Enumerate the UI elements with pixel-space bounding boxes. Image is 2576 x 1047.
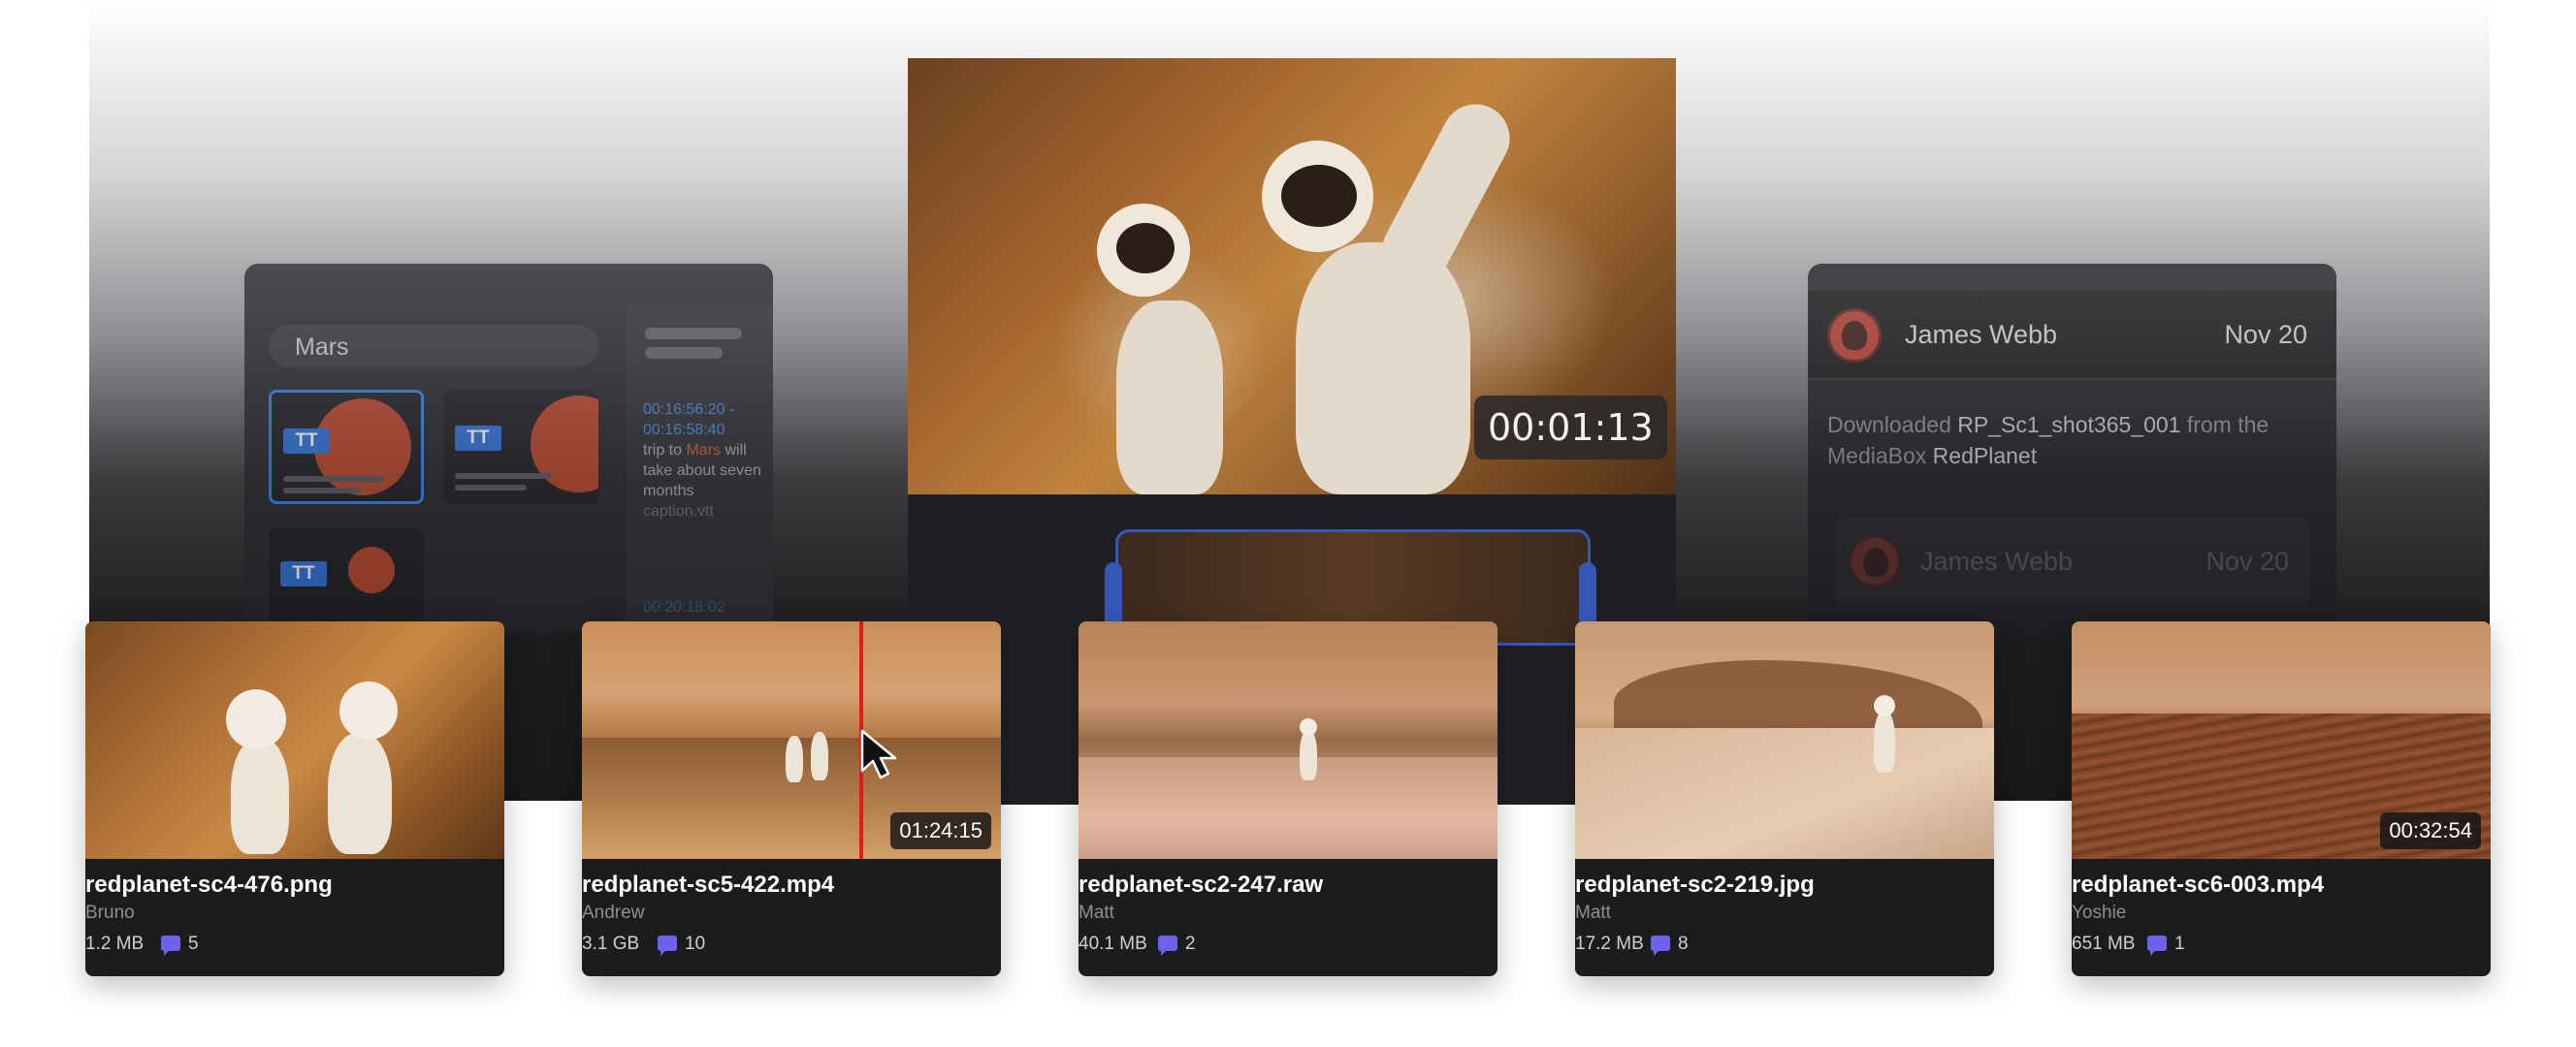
message-file[interactable]: RP_Sc1_shot365_001 [1957,412,2180,437]
caption-highlight: Mars [686,442,722,459]
message-text: Downloaded [1827,412,1958,437]
astronaut-figure [328,733,392,854]
comment-icon [1651,936,1670,956]
search-panel: Mars TT TT TT 00:16:56:20 - 00:16:58:40 … [244,264,773,632]
placeholder-line [645,328,742,339]
comment-count: 5 [188,934,199,954]
meta-bar [283,476,384,482]
asset-author: Yoshie [2072,903,2127,923]
astronaut-figure [1296,242,1470,494]
asset-size: 1.2 MB [85,934,145,954]
message-mediabox[interactable]: RedPlanet [1933,443,2037,468]
asset-thumbnail[interactable]: 01:24:15 [582,621,1001,859]
video-duration: 01:24:15 [890,812,991,849]
helmet-visor [1116,223,1175,273]
astronaut-arm [1370,92,1522,296]
caption-snippet[interactable]: 00:20:18:02 [643,597,769,618]
asset-card[interactable]: 00:32:54 redplanet-sc6-003.mp4 Yoshie 65… [2072,621,2491,976]
astronaut-figure [1300,730,1317,780]
astronaut-helmet [339,682,398,740]
astronaut-figure [811,732,828,780]
astronaut-figure [1116,301,1223,494]
search-input[interactable]: Mars [269,325,598,367]
timeline-handle-left[interactable] [1105,562,1122,630]
asset-title[interactable]: redplanet-sc5-422.mp4 [582,872,834,899]
astronaut-helmet [1300,718,1317,736]
asset-thumbnail[interactable] [1079,621,1497,859]
asset-thumbnail[interactable] [1575,621,1994,859]
meta-bar [455,473,552,479]
activity-user: James Webb [1920,547,2074,576]
search-result-thumb[interactable]: TT [269,390,424,504]
activity-item[interactable]: James Webb Nov 20 [1808,291,2336,380]
astronaut-helmet [1874,695,1895,716]
asset-thumbnail[interactable]: 00:32:54 [2072,621,2491,859]
comment-icon [1158,936,1177,956]
asset-size: 17.2 MB [1575,934,1644,954]
activity-date: Nov 20 [2206,547,2289,576]
asset-title[interactable]: redplanet-sc2-219.jpg [1575,872,1815,899]
comment-count: 2 [1185,934,1196,954]
asset-title[interactable]: redplanet-sc6-003.mp4 [2072,872,2324,899]
activity-date: Nov 20 [2224,320,2307,349]
caption-source: caption.vtt [643,503,714,520]
comment-count: 1 [2174,934,2185,954]
asset-size: 3.1 GB [582,934,640,954]
asset-title[interactable]: redplanet-sc2-247.raw [1079,872,1323,899]
mouse-cursor-icon [860,729,897,779]
asset-author: Matt [1575,903,1611,923]
avatar [1849,535,1901,587]
meta-bar [283,488,361,493]
caption-text: trip to [643,442,687,459]
caption-snippet[interactable]: 00:16:56:20 - 00:16:58:40 trip to Mars w… [643,399,769,522]
text-track-badge: TT [280,561,327,587]
asset-thumbnail[interactable] [85,621,504,859]
player-timecode: 00:01:13 [1474,396,1667,460]
caption-timecode: 00:16:56:20 - 00:16:58:40 [643,401,735,438]
caption-timecode: 00:20:18:02 [643,599,725,616]
astronaut-figure [1874,711,1895,773]
astronaut-figure [231,738,289,854]
astronaut-helmet [226,689,286,749]
search-result-thumb[interactable]: TT [269,527,424,632]
comment-icon [2147,936,2167,956]
asset-card[interactable]: redplanet-sc2-219.jpg Matt 17.2 MB 8 [1575,621,1994,976]
planet-image [348,547,395,593]
activity-message: Downloaded RP_Sc1_shot365_001 from the M… [1827,409,2273,471]
comment-icon [161,936,180,956]
asset-author: Matt [1079,903,1114,923]
activity-item[interactable]: James Webb Nov 20 [1835,518,2310,605]
timeline-handle-right[interactable] [1579,562,1596,630]
caption-sidebar: 00:16:56:20 - 00:16:58:40 trip to Mars w… [626,306,773,632]
asset-card[interactable]: 01:24:15 redplanet-sc5-422.mp4 Andrew 3.… [582,621,1001,976]
comment-count: 8 [1678,934,1689,954]
placeholder-line [645,347,723,359]
avatar [1827,308,1882,363]
asset-author: Andrew [582,903,645,923]
asset-title[interactable]: redplanet-sc4-476.png [85,872,333,899]
comment-count: 10 [685,934,706,954]
meta-bar [455,485,527,491]
comment-icon [658,936,677,956]
text-track-badge: TT [283,428,330,454]
asset-size: 40.1 MB [1079,934,1147,954]
search-result-thumb[interactable]: TT [443,390,598,504]
astronaut-figure [786,736,803,782]
helmet-visor [1281,165,1357,227]
asset-card[interactable]: redplanet-sc2-247.raw Matt 40.1 MB 2 [1079,621,1497,976]
asset-card[interactable]: redplanet-sc4-476.png Bruno 1.2 MB 5 [85,621,504,976]
text-track-badge: TT [455,426,501,451]
video-frame[interactable]: 00:01:13 [908,58,1676,494]
video-duration: 00:32:54 [2380,812,2481,849]
activity-panel: James Webb Nov 20 Downloaded RP_Sc1_shot… [1808,264,2336,632]
activity-user: James Webb [1905,320,2058,349]
asset-size: 651 MB [2072,934,2136,954]
asset-author: Bruno [85,903,135,923]
